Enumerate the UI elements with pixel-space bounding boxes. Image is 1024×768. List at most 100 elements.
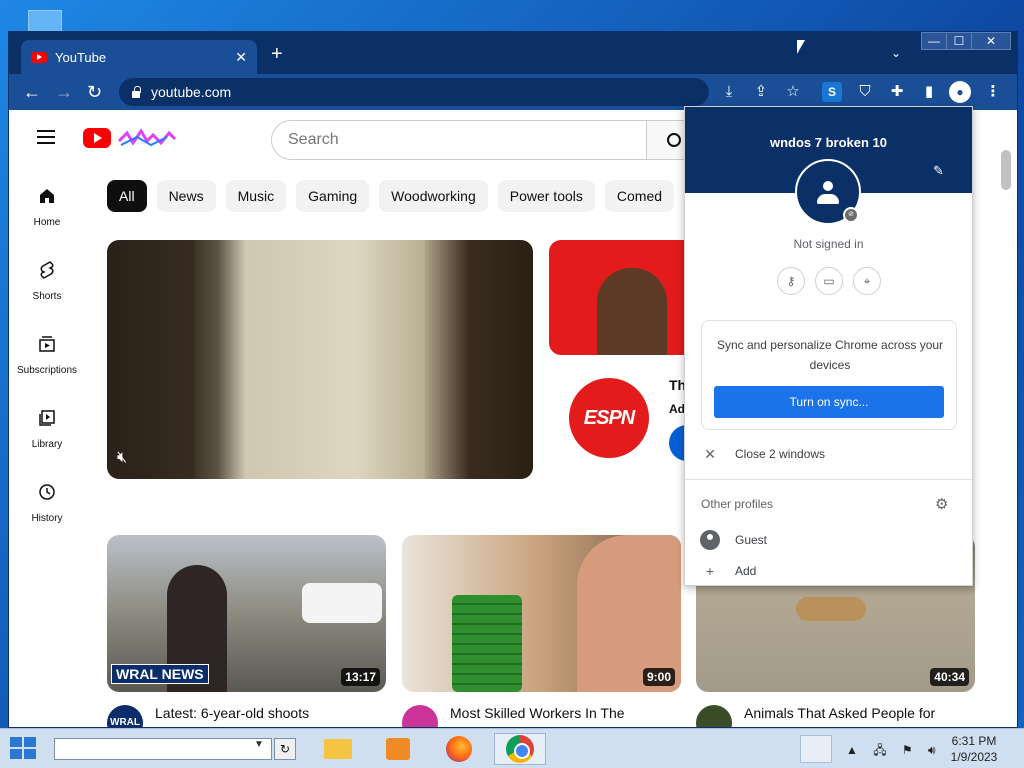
history-icon xyxy=(39,484,55,500)
extension-s-icon[interactable]: S xyxy=(822,82,842,102)
payment-card-icon[interactable]: ▭ xyxy=(815,267,843,295)
clock[interactable]: 6:31 PM 1/9/2023 xyxy=(942,733,1006,765)
ad-thumbnail[interactable] xyxy=(549,240,699,355)
tab-search-chevron-icon[interactable]: ⌄ xyxy=(891,46,901,60)
taskbar-firefox[interactable] xyxy=(434,733,486,765)
hamburger-menu-icon[interactable] xyxy=(37,130,55,144)
install-app-icon[interactable]: ⤓ xyxy=(719,82,739,102)
address-bar[interactable]: youtube.com xyxy=(119,78,709,106)
channel-avatar[interactable] xyxy=(402,705,438,727)
desktop-icon[interactable] xyxy=(28,10,62,32)
video-duration: 40:34 xyxy=(930,668,969,686)
chip-all[interactable]: All xyxy=(107,180,147,212)
guest-profile-item[interactable]: Guest xyxy=(685,525,972,555)
reload-icon[interactable]: ↻ xyxy=(87,83,102,101)
profile-avatar-icon[interactable]: ● xyxy=(949,81,971,103)
video-duration: 9:00 xyxy=(642,668,675,686)
guide-item-subscriptions[interactable]: Subscriptions xyxy=(9,328,85,388)
chip-music[interactable]: Music xyxy=(225,180,287,212)
profile-avatar: ⊘ xyxy=(795,159,861,225)
system-tray-icons[interactable]: ▲ 🖧︎ ⚑ 🔊︎ xyxy=(846,741,942,762)
taskbar-chrome[interactable] xyxy=(494,733,546,765)
guide-label: Subscriptions xyxy=(16,365,78,376)
close-window-button[interactable]: ✕ xyxy=(971,32,1011,50)
close-windows-item[interactable]: ✕ Close 2 windows xyxy=(685,439,972,469)
profile-name: wndos 7 broken 10 xyxy=(769,135,888,150)
channel-avatar[interactable]: WRAL xyxy=(107,705,143,727)
chrome-menu-icon[interactable]: ⋮ xyxy=(983,82,1003,102)
chip-news[interactable]: News xyxy=(156,180,216,212)
addresses-pin-icon[interactable]: ⌖ xyxy=(853,267,881,295)
guide-item-home[interactable]: Home xyxy=(9,180,85,240)
chip-comedy[interactable]: Comed xyxy=(604,180,675,212)
thumbnail-cucumbers xyxy=(452,595,522,692)
lock-icon[interactable] xyxy=(131,86,141,98)
taskbar-media-player[interactable] xyxy=(372,733,424,765)
minimize-button[interactable]: — xyxy=(921,32,947,50)
scrollbar[interactable] xyxy=(1001,150,1011,190)
clock-time: 6:31 PM xyxy=(951,734,997,748)
other-profiles-heading: Other profiles xyxy=(701,497,774,511)
extensions-puzzle-icon[interactable]: ✚ xyxy=(887,82,907,102)
video-thumbnail[interactable]: 9:00 xyxy=(402,535,681,692)
firefox-icon xyxy=(446,736,472,762)
close-windows-label: Close 2 windows xyxy=(735,447,826,461)
dropdown-arrow-icon[interactable]: ▼ xyxy=(254,739,264,750)
turn-on-sync-button[interactable]: Turn on sync... xyxy=(714,386,944,418)
share-icon[interactable]: ⇪ xyxy=(751,82,771,102)
video-title[interactable]: Latest: 6-year-old shoots xyxy=(155,705,385,721)
sign-in-status: Not signed in xyxy=(793,237,864,251)
tab-youtube[interactable]: YouTube ✕ xyxy=(21,40,257,74)
shorts-icon xyxy=(40,261,54,279)
plus-icon: + xyxy=(705,563,715,579)
guide-item-history[interactable]: History xyxy=(9,476,85,536)
guide-label: History xyxy=(31,513,63,524)
search-icon xyxy=(667,133,681,147)
wral-news-overlay: WRAL NEWS xyxy=(111,664,209,684)
espn-logo[interactable]: ESPN xyxy=(569,378,649,458)
tab-close-icon[interactable]: ✕ xyxy=(235,49,247,66)
chip-bar: All News Music Gaming Woodworking Power … xyxy=(107,180,675,212)
video-duration: 13:17 xyxy=(341,668,380,686)
refresh-icon[interactable]: ↻ xyxy=(274,738,296,760)
chip-woodworking[interactable]: Woodworking xyxy=(379,180,488,212)
video-title[interactable]: Animals That Asked People for xyxy=(744,705,974,721)
folder-icon xyxy=(324,739,352,759)
extension-shield-icon[interactable]: ⛉ xyxy=(855,82,875,102)
close-icon: ✕ xyxy=(704,445,716,462)
chip-gaming[interactable]: Gaming xyxy=(296,180,370,212)
manage-profiles-gear-icon[interactable]: ⚙ xyxy=(935,495,948,513)
guide-item-library[interactable]: Library xyxy=(9,402,85,462)
guide-item-shorts[interactable]: Shorts xyxy=(9,254,85,314)
maximize-button[interactable]: ☐ xyxy=(946,32,972,50)
search-input[interactable] xyxy=(271,120,647,160)
back-arrow-icon[interactable]: ← xyxy=(23,83,41,101)
edit-pencil-icon[interactable]: ✎ xyxy=(933,163,944,179)
channel-avatar[interactable] xyxy=(696,705,732,727)
bookmark-star-icon[interactable]: ☆ xyxy=(783,82,803,102)
guest-avatar-wrap xyxy=(685,530,735,550)
ad-person xyxy=(597,268,667,355)
muted-speaker-icon[interactable]: 🔇︎ xyxy=(117,449,127,467)
taskbar-file-explorer[interactable] xyxy=(312,733,364,765)
video-thumbnail[interactable]: WRAL NEWS 13:17 xyxy=(107,535,386,692)
taskbar-address-input[interactable] xyxy=(54,738,272,760)
new-tab-button[interactable]: + xyxy=(271,44,283,64)
youtube-doodle[interactable] xyxy=(117,127,177,149)
start-button[interactable] xyxy=(10,737,38,761)
ad-label: Ad xyxy=(669,402,685,416)
sync-promo-box: Sync and personalize Chrome across your … xyxy=(701,320,957,430)
add-profile-item[interactable]: + Add xyxy=(685,556,972,585)
pen-input-icon[interactable] xyxy=(800,735,832,763)
person-icon-body xyxy=(817,194,839,204)
featured-video-player[interactable]: 🔇︎ xyxy=(107,240,533,479)
side-panel-icon[interactable]: ▮ xyxy=(919,82,939,102)
youtube-logo-icon[interactable] xyxy=(83,128,111,148)
guide-label: Library xyxy=(31,439,63,450)
forward-arrow-icon[interactable]: → xyxy=(55,83,73,101)
youtube-favicon-icon xyxy=(31,51,47,63)
passwords-key-icon[interactable]: ⚷ xyxy=(777,267,805,295)
windows-logo-pane xyxy=(24,749,36,759)
video-title[interactable]: Most Skilled Workers In The xyxy=(450,705,680,721)
chip-power-tools[interactable]: Power tools xyxy=(497,180,595,212)
